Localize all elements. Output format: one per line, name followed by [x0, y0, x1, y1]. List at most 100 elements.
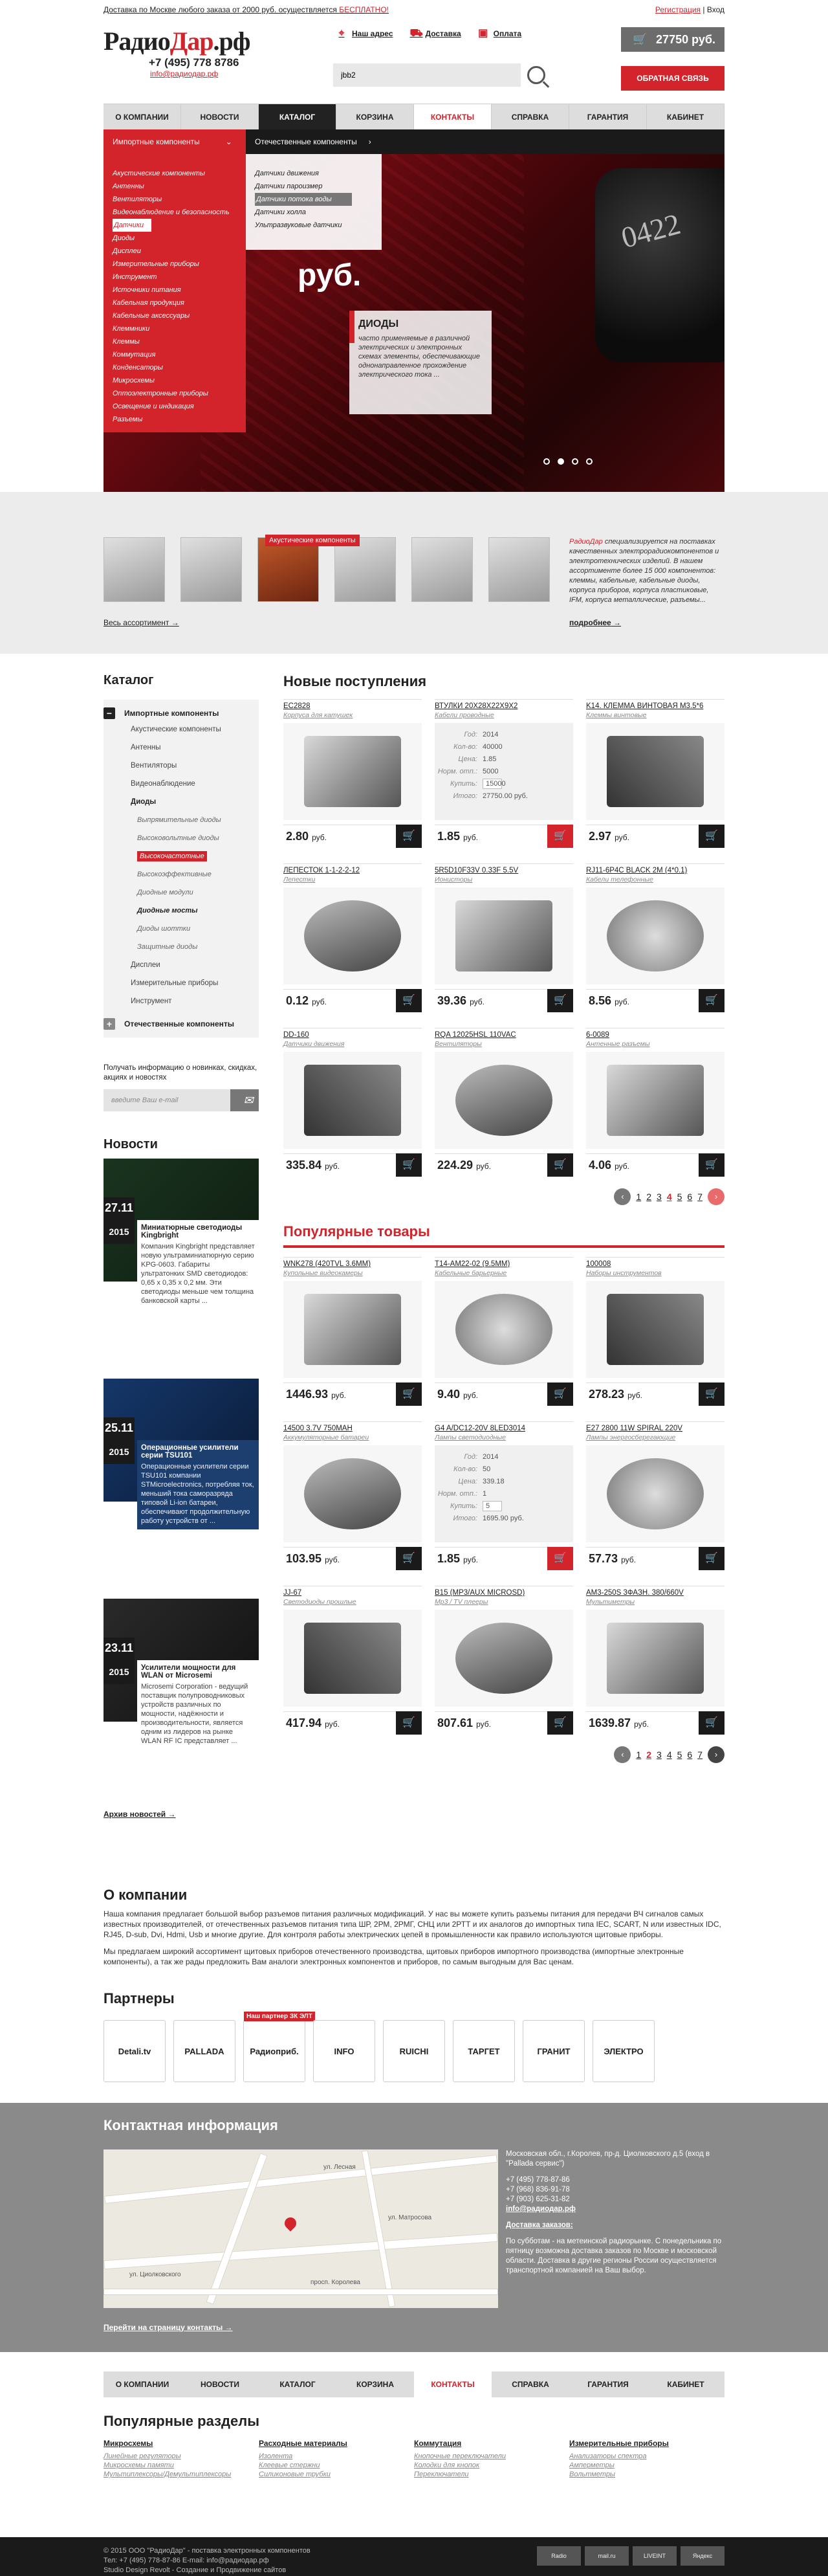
product-card[interactable]: T14-AM22-02 (9.5MM) Кабельные барьерные 9.… — [435, 1257, 573, 1406]
sidebar-subitem[interactable]: Высокоэффективные — [104, 865, 259, 883]
product-name[interactable]: DD-160 — [283, 1031, 422, 1040]
search-input[interactable] — [333, 63, 488, 87]
product-name[interactable]: K14. КЛЕММА ВИНТОВАЯ M3.5*6 — [586, 702, 724, 711]
footer-nav-item[interactable]: О КОМПАНИИ — [104, 2371, 181, 2397]
news-item[interactable]: 27.11 2015 Миниатюрные светодиоды Kingbri… — [104, 1159, 259, 1379]
product-image[interactable] — [586, 1052, 724, 1149]
dropdown-item[interactable]: Оптоэлектронные приборы — [113, 387, 246, 400]
delivery-link[interactable]: ⛟ Доставка — [410, 27, 461, 40]
dropdown-item[interactable]: Коммутация — [113, 348, 246, 361]
product-category[interactable]: Аккумуляторные батареи — [283, 1434, 422, 1444]
contact-email[interactable]: info@радиодар.рф — [506, 2204, 726, 2214]
map[interactable]: ул. Лесная ул. Циолковского ул. Матросов… — [104, 2149, 498, 2308]
product-category[interactable]: Светодиоды прошлые — [283, 1598, 422, 1608]
popular-section-head[interactable]: Микросхемы — [104, 2439, 259, 2448]
page-number[interactable]: 1 — [636, 1749, 641, 1760]
slider-dot-active[interactable] — [558, 458, 564, 465]
product-name[interactable]: RJ11-6P4C BLACK 2M (4*0.1) — [586, 867, 724, 876]
cart-icon[interactable]: 🛒 — [547, 989, 573, 1012]
cart-icon[interactable]: 🛒 — [699, 1153, 724, 1177]
submenu-item[interactable]: Датчики холла — [255, 206, 382, 219]
cart-icon[interactable]: 🛒 — [699, 1547, 724, 1570]
cart-icon[interactable]: 🛒 — [547, 1153, 573, 1177]
product-name[interactable]: EC2828 — [283, 702, 422, 711]
product-category[interactable]: Ионисторы — [435, 876, 573, 886]
cart-icon[interactable]: 🛒 — [547, 1382, 573, 1406]
sidebar-subitem[interactable]: Высоковольтные диоды — [104, 829, 259, 847]
product-name[interactable]: 5R5D10F33V 0.33F 5.5V — [435, 867, 573, 876]
category-thumb[interactable] — [180, 537, 242, 602]
cart-icon[interactable]: 🛒 — [699, 825, 724, 848]
cart-icon[interactable]: 🛒 — [396, 1382, 422, 1406]
dropdown-item[interactable]: Источники питания — [113, 283, 246, 296]
popular-section-link[interactable]: Линейные регуляторы — [104, 2452, 259, 2461]
next-page-icon[interactable]: › — [708, 1188, 724, 1205]
popular-section-link[interactable]: Изолента — [259, 2452, 414, 2461]
cart-icon[interactable]: 🛒 — [547, 1547, 573, 1570]
product-card[interactable]: WNK278 (420TVL 3.6MM) Купольные видеокаме… — [283, 1257, 422, 1406]
counter-badge[interactable]: LIVEINT — [633, 2546, 677, 2566]
page-number[interactable]: 5 — [677, 1192, 682, 1202]
dropdown-item[interactable]: Освещение и индикация — [113, 400, 246, 413]
sidebar-subitem[interactable]: Диодные мосты — [104, 902, 259, 920]
product-category[interactable]: Кабельные барьерные — [435, 1269, 573, 1280]
page-number[interactable]: 6 — [687, 1749, 692, 1760]
counter-badge[interactable]: Яндекс — [681, 2546, 724, 2566]
product-category[interactable]: Лампы светодиодные — [435, 1434, 573, 1444]
page-number[interactable]: 7 — [697, 1749, 703, 1760]
product-category[interactable]: Клеммы винтовые — [586, 711, 724, 722]
popular-section-link[interactable]: Клеевые стержни — [259, 2461, 414, 2470]
product-image[interactable] — [586, 887, 724, 984]
map-pin-icon[interactable] — [282, 2215, 299, 2232]
product-name[interactable]: B15 (MP3/AUX MICROSD) — [435, 1589, 573, 1598]
partner-logo[interactable]: ЭЛЕКТРО — [593, 2020, 655, 2082]
product-card[interactable]: 6-0089 Антенные разъемы 4.06 руб. 🛒 — [586, 1028, 724, 1177]
prev-page-icon[interactable]: ‹ — [614, 1188, 631, 1205]
product-category[interactable]: Кабели телефонные — [586, 876, 724, 886]
page-number[interactable]: 1 — [636, 1192, 641, 1202]
product-card[interactable]: EC2828 Корпуса для катушек 2.80 руб. 🛒 — [283, 699, 422, 848]
cart-icon[interactable]: 🛒 — [547, 825, 573, 848]
sidebar-item[interactable]: Инструмент — [104, 992, 259, 1010]
product-category[interactable]: Лампы энергосберегающие — [586, 1434, 724, 1444]
product-image[interactable] — [586, 1610, 724, 1707]
product-name[interactable]: G4 A/DC12-20V 8LED3014 — [435, 1425, 573, 1434]
product-image[interactable] — [435, 1052, 573, 1149]
nav-catalog[interactable]: КАТАЛОГ — [259, 104, 336, 129]
dropdown-item[interactable]: Диоды — [113, 232, 246, 245]
dropdown-item-selected[interactable]: Датчики — [113, 219, 151, 232]
dropdown-item[interactable]: Кабельная продукция — [113, 296, 246, 309]
search-icon[interactable] — [527, 66, 545, 84]
detail-value[interactable]: 5 — [483, 1500, 502, 1511]
product-card[interactable]: B15 (MP3/AUX MICROSD) Mp3 / TV плееры 807.… — [435, 1586, 573, 1735]
cart-icon[interactable]: 🛒 — [547, 1711, 573, 1735]
submenu-item[interactable]: Ультразвуковые датчики — [255, 219, 382, 232]
page-current[interactable]: 2 — [646, 1749, 651, 1760]
page-number[interactable]: 2 — [646, 1192, 651, 1202]
product-category[interactable]: Наборы инструментов — [586, 1269, 724, 1280]
detail-value[interactable]: 15000 — [483, 778, 506, 789]
page-number[interactable]: 7 — [697, 1192, 703, 1202]
product-card[interactable]: 100008 Наборы инструментов 278.23 руб. 🛒 — [586, 1257, 724, 1406]
header-email[interactable]: info@радиодар.рф — [150, 69, 259, 78]
product-name[interactable]: RQA 12025HSL 110VAC — [435, 1031, 573, 1040]
product-category[interactable]: Датчики движения — [283, 1040, 422, 1050]
product-image[interactable] — [435, 1610, 573, 1707]
partner-logo[interactable]: Detali.tv — [104, 2020, 166, 2082]
sidebar-subitem[interactable]: Диодные модули — [104, 883, 259, 902]
payment-link[interactable]: ▣ Оплата — [478, 27, 521, 40]
logo[interactable]: РадиоДар.рф +7 (495) 778 8786 info@радио… — [104, 26, 259, 78]
product-category[interactable]: Вентиляторы — [435, 1040, 573, 1050]
popular-section-link[interactable]: Амперметры — [569, 2461, 724, 2470]
sidebar-import-head[interactable]: − Импортные компоненты — [104, 706, 259, 720]
product-image[interactable] — [283, 1052, 422, 1149]
popular-section-head[interactable]: Измерительные приборы — [569, 2439, 724, 2448]
category-thumb[interactable] — [104, 537, 165, 602]
slider-dot[interactable] — [543, 458, 550, 465]
product-card[interactable]: G4 A/DC12-20V 8LED3014 Лампы светодиодные… — [435, 1421, 573, 1570]
sidebar-item[interactable]: Антенны — [104, 738, 259, 757]
cart-icon[interactable]: 🛒 — [699, 1382, 724, 1406]
dropdown-item[interactable]: Кабельные аксессуары — [113, 309, 246, 322]
sidebar-subitem[interactable]: Выпрямительные диоды — [104, 811, 259, 829]
nav-contacts[interactable]: КОНТАКТЫ — [414, 104, 492, 129]
